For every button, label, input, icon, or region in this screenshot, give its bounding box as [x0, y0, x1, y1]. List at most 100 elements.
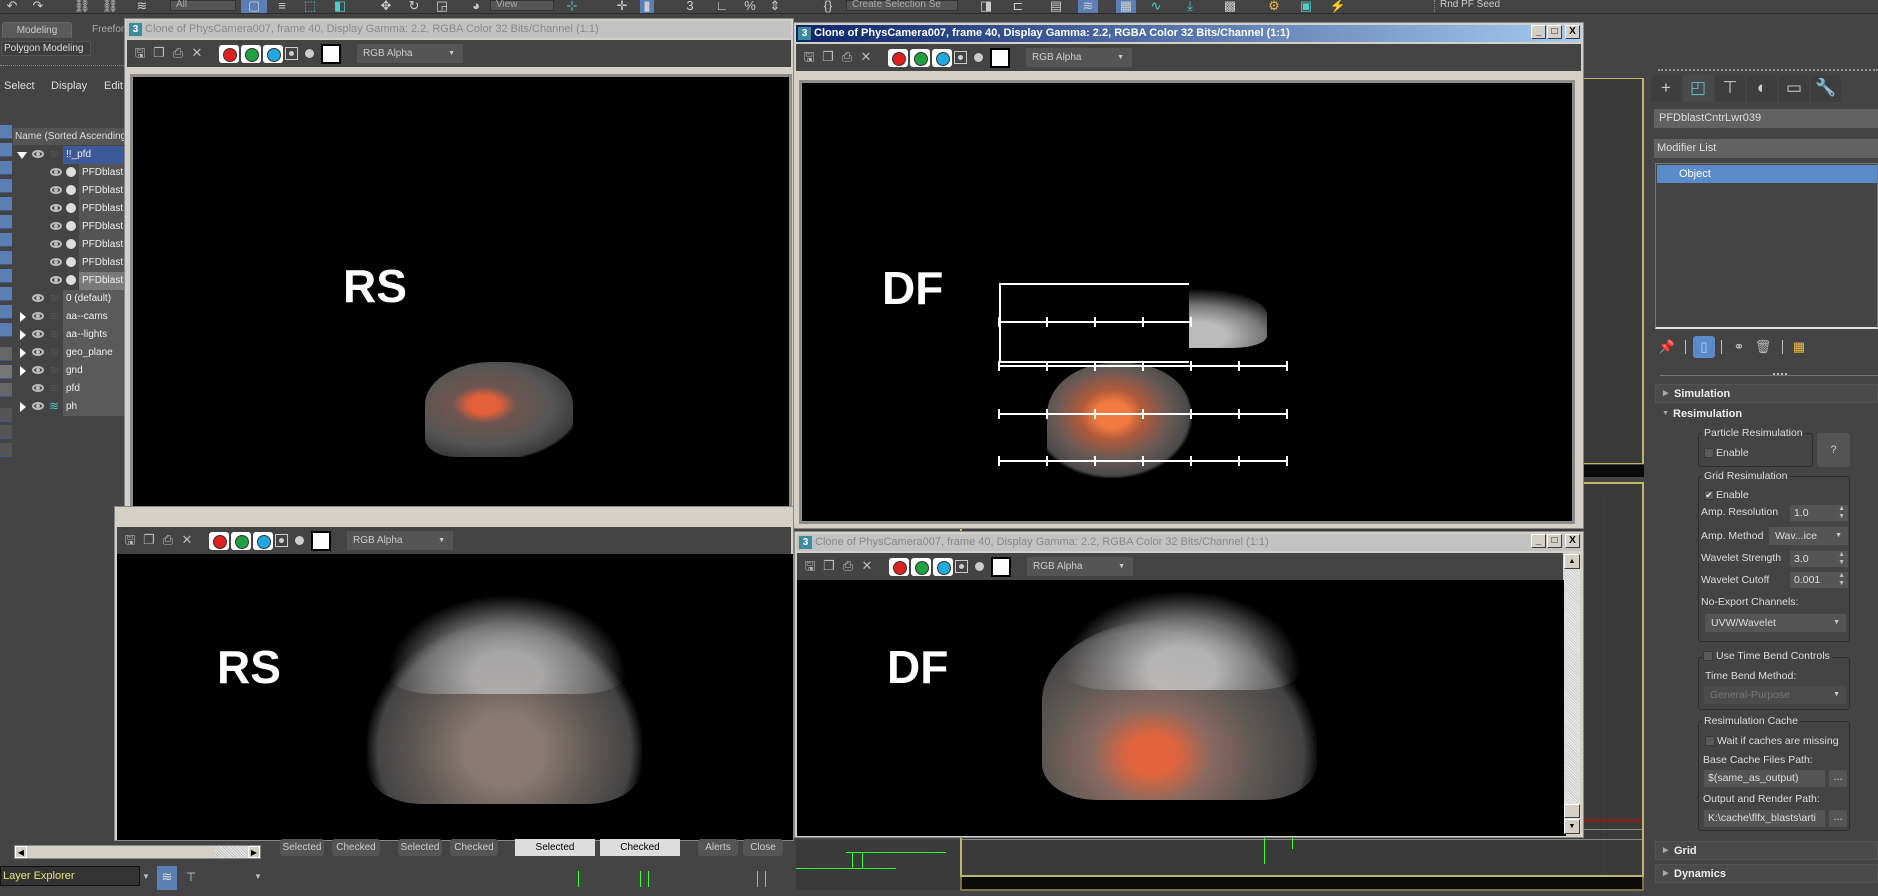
red-channel-toggle[interactable]: [889, 558, 909, 576]
red-channel-toggle[interactable]: [219, 45, 239, 63]
print-icon[interactable]: ⎙: [841, 559, 855, 573]
schematic-view-icon[interactable]: ⤓: [1180, 0, 1200, 13]
explorer-column-header[interactable]: Name (Sorted Ascending): [13, 128, 133, 145]
visibility-eye-icon[interactable]: [32, 366, 44, 374]
angle-snap-icon[interactable]: ∟: [712, 0, 732, 13]
scroll-up-icon[interactable]: ▲: [1564, 554, 1580, 569]
scroll-right-icon[interactable]: ▶: [248, 846, 260, 858]
particle-resim-enable-checkbox[interactable]: [1704, 448, 1714, 458]
modifier-list-dropdown[interactable]: Modifier List: [1654, 139, 1878, 158]
sort-by-layer-icon[interactable]: ≋: [157, 866, 177, 890]
monochrome-toggle[interactable]: [975, 562, 984, 571]
layer-stack-icon[interactable]: ≋: [49, 328, 61, 341]
browse-output-path-button[interactable]: ...: [1829, 810, 1847, 827]
use-time-bend-checkbox[interactable]: [1703, 651, 1713, 661]
close-button[interactable]: X: [1565, 534, 1580, 548]
timeline[interactable]: [796, 840, 960, 890]
browse-base-path-button[interactable]: ...: [1829, 770, 1847, 787]
wavelet-cutoff-spinner[interactable]: 0.001 ▲ ▼: [1790, 572, 1848, 588]
tree-row[interactable]: ≋ aa--cams: [13, 308, 133, 326]
utilities-icon[interactable]: 🔧: [1811, 75, 1841, 102]
edit-named-sets-icon[interactable]: {}: [818, 0, 838, 13]
red-channel-toggle[interactable]: [888, 49, 908, 67]
visibility-eye-icon[interactable]: [50, 168, 62, 176]
hierarchy-icon[interactable]: ⊤: [1715, 75, 1745, 102]
time-bend-method-dropdown[interactable]: General-Purpose ▼: [1704, 686, 1846, 704]
chevron-down-icon[interactable]: ▼: [254, 872, 262, 881]
move-icon[interactable]: ✥: [376, 0, 396, 13]
layer-stack-icon[interactable]: ≋: [49, 346, 61, 359]
mirror-icon[interactable]: ◨: [976, 0, 996, 13]
funnel-icon[interactable]: [0, 425, 12, 439]
grid-resim-enable-checkbox[interactable]: ✔: [1704, 490, 1714, 500]
clear-icon[interactable]: ✕: [860, 559, 874, 573]
alpha-channel-toggle[interactable]: [275, 534, 288, 547]
red-channel-toggle[interactable]: [209, 532, 229, 550]
find-icon[interactable]: [0, 408, 12, 422]
tree-row[interactable]: ≋ pfd: [13, 380, 133, 398]
selection-filter-dropdown[interactable]: All: [170, 0, 236, 11]
clone-window-icon[interactable]: ❐: [822, 559, 836, 573]
clear-icon[interactable]: ✕: [859, 50, 873, 64]
filter-spacewarps-icon[interactable]: [0, 215, 12, 229]
filter-groups-icon[interactable]: [0, 233, 12, 247]
wait-caches-checkbox[interactable]: [1705, 736, 1715, 746]
filter-geometry-icon[interactable]: [0, 125, 12, 139]
select-object-icon[interactable]: ▢: [241, 0, 267, 13]
menu-display[interactable]: Display: [51, 80, 87, 92]
expand-arrow-icon[interactable]: [20, 366, 26, 376]
blue-channel-toggle[interactable]: [253, 532, 273, 550]
tree-row[interactable]: PFDblast: [13, 236, 133, 254]
tree-row[interactable]: ≋ aa--lights: [13, 326, 133, 344]
place-icon[interactable]: ◕: [466, 0, 486, 13]
filter-hidden-icon[interactable]: [0, 323, 12, 337]
blue-channel-toggle[interactable]: [263, 45, 283, 63]
tree-row[interactable]: PFDblast: [13, 200, 133, 218]
visibility-eye-icon[interactable]: [32, 330, 44, 338]
green-channel-toggle[interactable]: [241, 45, 261, 63]
curve-editor-icon[interactable]: ∿: [1146, 0, 1166, 13]
render-canvas[interactable]: RS: [117, 554, 793, 840]
close-button[interactable]: X: [1565, 25, 1580, 39]
tree-row[interactable]: PFDblast: [13, 272, 133, 290]
alpha-channel-toggle[interactable]: [954, 51, 967, 64]
checked-button-3[interactable]: Checked: [600, 839, 680, 856]
visibility-eye-icon[interactable]: [50, 258, 62, 266]
tree-row[interactable]: PFDblast: [13, 218, 133, 236]
rendered-frame-icon[interactable]: ▣: [1296, 0, 1316, 13]
remove-modifier-icon[interactable]: 🗑: [1752, 336, 1774, 358]
scroll-down-icon[interactable]: ▼: [1564, 819, 1580, 834]
keyboard-shortcut-icon[interactable]: ▮: [640, 0, 654, 13]
motion-icon[interactable]: ◐: [1747, 75, 1777, 102]
toggle-scene-explorer-icon[interactable]: ▤: [1046, 0, 1066, 13]
display-all-icon[interactable]: [0, 347, 12, 361]
window-titlebar[interactable]: 3 Clone of PhysCamera007, frame 40, Disp…: [796, 25, 1581, 42]
visibility-eye-icon[interactable]: [50, 276, 62, 284]
rollout-grid[interactable]: ▶ Grid: [1655, 841, 1878, 860]
monochrome-toggle[interactable]: [305, 49, 314, 58]
sort-by-hierarchy-icon[interactable]: ⊤: [181, 866, 201, 890]
spinner-arrows-icon[interactable]: ▲ ▼: [1838, 572, 1845, 588]
color-swatch[interactable]: [321, 44, 341, 64]
minimize-button[interactable]: _: [1531, 534, 1546, 548]
window-titlebar[interactable]: 3 Clone of PhysCamera007, frame 40, Disp…: [127, 21, 791, 38]
scroll-thumb[interactable]: [1564, 804, 1580, 818]
green-channel-toggle[interactable]: [231, 532, 251, 550]
snaps-3d-icon[interactable]: 3: [680, 0, 700, 13]
spinner-arrows-icon[interactable]: ▲ ▼: [1838, 551, 1845, 567]
tree-row[interactable]: ≋ ph: [13, 398, 133, 416]
alpha-channel-toggle[interactable]: [955, 560, 968, 573]
spinner-arrows-icon[interactable]: ▲ ▼: [1838, 505, 1845, 521]
maximize-button[interactable]: □: [1547, 25, 1562, 39]
visibility-eye-icon[interactable]: [32, 312, 44, 320]
spinner-snap-icon[interactable]: ⇕: [765, 0, 785, 13]
clone-window-icon[interactable]: ❐: [821, 50, 835, 64]
selected-button-2[interactable]: Selected: [398, 839, 442, 856]
clipboard-icon[interactable]: [0, 443, 12, 457]
monochrome-toggle[interactable]: [974, 53, 983, 62]
modify-icon[interactable]: ◰: [1683, 75, 1713, 102]
rotate-icon[interactable]: ↻: [404, 0, 424, 13]
reference-coord-dropdown[interactable]: View: [490, 0, 554, 11]
save-image-icon[interactable]: 🖫: [123, 533, 137, 547]
help-button[interactable]: ?: [1817, 433, 1850, 467]
